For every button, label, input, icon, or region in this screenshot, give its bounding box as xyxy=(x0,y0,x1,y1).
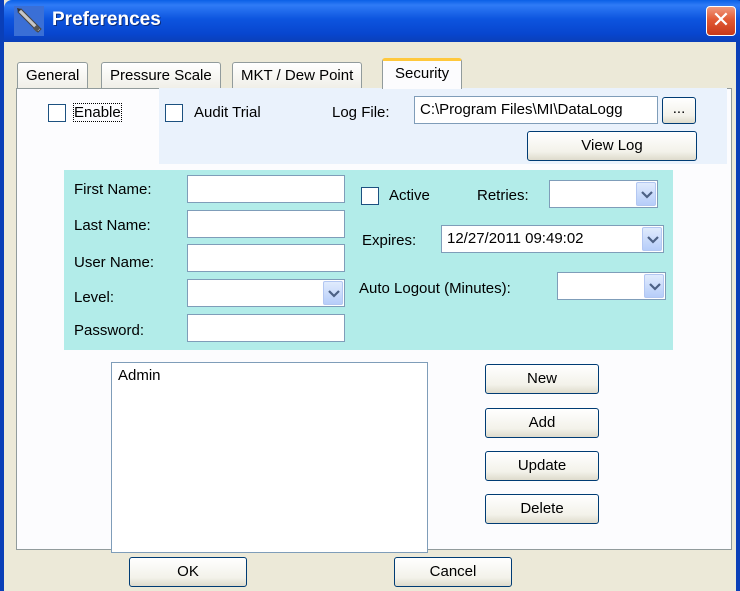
retries-select[interactable] xyxy=(549,180,658,208)
pen-icon xyxy=(14,6,44,36)
delete-button[interactable]: Delete xyxy=(485,494,599,524)
expires-select[interactable]: 12/27/2011 09:49:02 xyxy=(441,225,664,253)
chevron-down-icon[interactable] xyxy=(636,182,656,206)
browse-button[interactable]: ... xyxy=(662,97,696,124)
view-log-button[interactable]: View Log xyxy=(527,131,697,161)
level-select[interactable] xyxy=(187,279,345,307)
user-name-label: User Name: xyxy=(74,254,155,271)
audit-trial-label[interactable]: Audit Trial xyxy=(194,104,261,121)
add-button[interactable]: Add xyxy=(485,408,599,438)
chevron-down-icon[interactable] xyxy=(644,274,664,298)
new-button[interactable]: New xyxy=(485,364,599,394)
list-item[interactable]: Admin xyxy=(118,367,161,384)
level-label: Level: xyxy=(74,289,115,306)
expires-label: Expires: xyxy=(362,232,417,249)
enable-label[interactable]: Enable xyxy=(73,103,122,122)
log-file-input[interactable]: C:\Program Files\MI\DataLogg xyxy=(414,96,658,124)
window-title: Preferences xyxy=(52,9,161,30)
retries-label: Retries: xyxy=(477,187,529,204)
tab-pressure-scale[interactable]: Pressure Scale xyxy=(101,62,221,88)
cancel-button[interactable]: Cancel xyxy=(394,557,512,587)
log-file-label: Log File: xyxy=(332,104,390,121)
last-name-input[interactable] xyxy=(187,210,345,238)
close-icon[interactable]: ✕ xyxy=(706,6,736,36)
audit-trial-checkbox[interactable] xyxy=(165,104,183,122)
expires-value: 12/27/2011 09:49:02 xyxy=(447,230,584,247)
user-name-input[interactable] xyxy=(187,244,345,272)
auto-logout-label: Auto Logout (Minutes): xyxy=(359,280,511,297)
first-name-input[interactable] xyxy=(187,175,345,203)
chevron-down-icon[interactable] xyxy=(323,281,343,305)
chevron-down-icon[interactable] xyxy=(642,227,662,251)
password-label: Password: xyxy=(74,322,145,339)
first-name-label: First Name: xyxy=(74,181,152,198)
last-name-label: Last Name: xyxy=(74,217,151,234)
auto-logout-select[interactable] xyxy=(557,272,666,300)
enable-checkbox[interactable] xyxy=(48,104,66,122)
tab-security[interactable]: Security xyxy=(382,58,463,89)
active-checkbox[interactable] xyxy=(361,187,379,205)
title-bar[interactable]: Preferences ✕ xyxy=(4,0,740,42)
users-listbox[interactable]: Admin xyxy=(111,362,428,553)
update-button[interactable]: Update xyxy=(485,451,599,481)
preferences-dialog: Preferences ✕ General Pressure Scale MKT… xyxy=(0,0,740,591)
active-label[interactable]: Active xyxy=(389,187,430,204)
tab-mkt-dew-point[interactable]: MKT / Dew Point xyxy=(232,62,363,88)
tab-general[interactable]: General xyxy=(17,62,89,88)
password-input[interactable] xyxy=(187,314,345,342)
ok-button[interactable]: OK xyxy=(129,557,247,587)
